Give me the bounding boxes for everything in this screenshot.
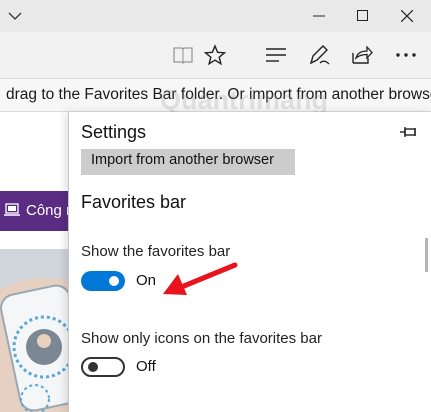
show-only-icons-state: Off bbox=[136, 358, 156, 375]
hub-button[interactable] bbox=[259, 38, 293, 72]
minimize-icon bbox=[313, 15, 325, 17]
pin-icon[interactable] bbox=[399, 124, 419, 140]
title-bar bbox=[0, 0, 431, 32]
reading-view-icon bbox=[173, 47, 193, 64]
favorites-bar-heading: Favorites bar bbox=[81, 192, 187, 212]
chevron-down-icon[interactable] bbox=[8, 10, 22, 22]
browser-toolbar bbox=[0, 32, 431, 79]
web-note-button[interactable] bbox=[302, 38, 336, 72]
show-favorites-bar-state: On bbox=[136, 272, 157, 289]
close-button[interactable] bbox=[385, 0, 429, 32]
toggle-knob bbox=[88, 362, 98, 372]
minimize-button[interactable] bbox=[297, 0, 341, 32]
show-only-icons-toggle[interactable] bbox=[81, 357, 125, 377]
close-icon bbox=[401, 10, 413, 22]
settings-panel: Settings Import from another browser Fav… bbox=[68, 112, 431, 412]
hub-icon bbox=[266, 48, 286, 62]
web-note-icon bbox=[309, 45, 330, 65]
toggle-knob bbox=[109, 276, 119, 286]
show-only-icons-label: Show only icons on the favorites bar bbox=[81, 330, 322, 347]
maximize-icon bbox=[357, 10, 368, 21]
import-browser-button[interactable]: Import from another browser bbox=[81, 149, 295, 175]
panel-scrollbar[interactable] bbox=[425, 238, 428, 272]
maximize-button[interactable] bbox=[341, 0, 385, 32]
favorite-star-icon bbox=[204, 44, 226, 66]
red-arrow-icon bbox=[163, 262, 238, 295]
reading-view-button[interactable] bbox=[166, 38, 200, 72]
more-icon bbox=[396, 53, 416, 57]
more-button[interactable] bbox=[389, 38, 423, 72]
settings-title: Settings bbox=[81, 122, 147, 142]
laptop-icon bbox=[4, 203, 20, 216]
share-icon bbox=[352, 45, 373, 64]
share-button[interactable] bbox=[345, 38, 379, 72]
favorite-button[interactable] bbox=[198, 38, 232, 72]
show-favorites-bar-toggle[interactable] bbox=[81, 271, 125, 291]
